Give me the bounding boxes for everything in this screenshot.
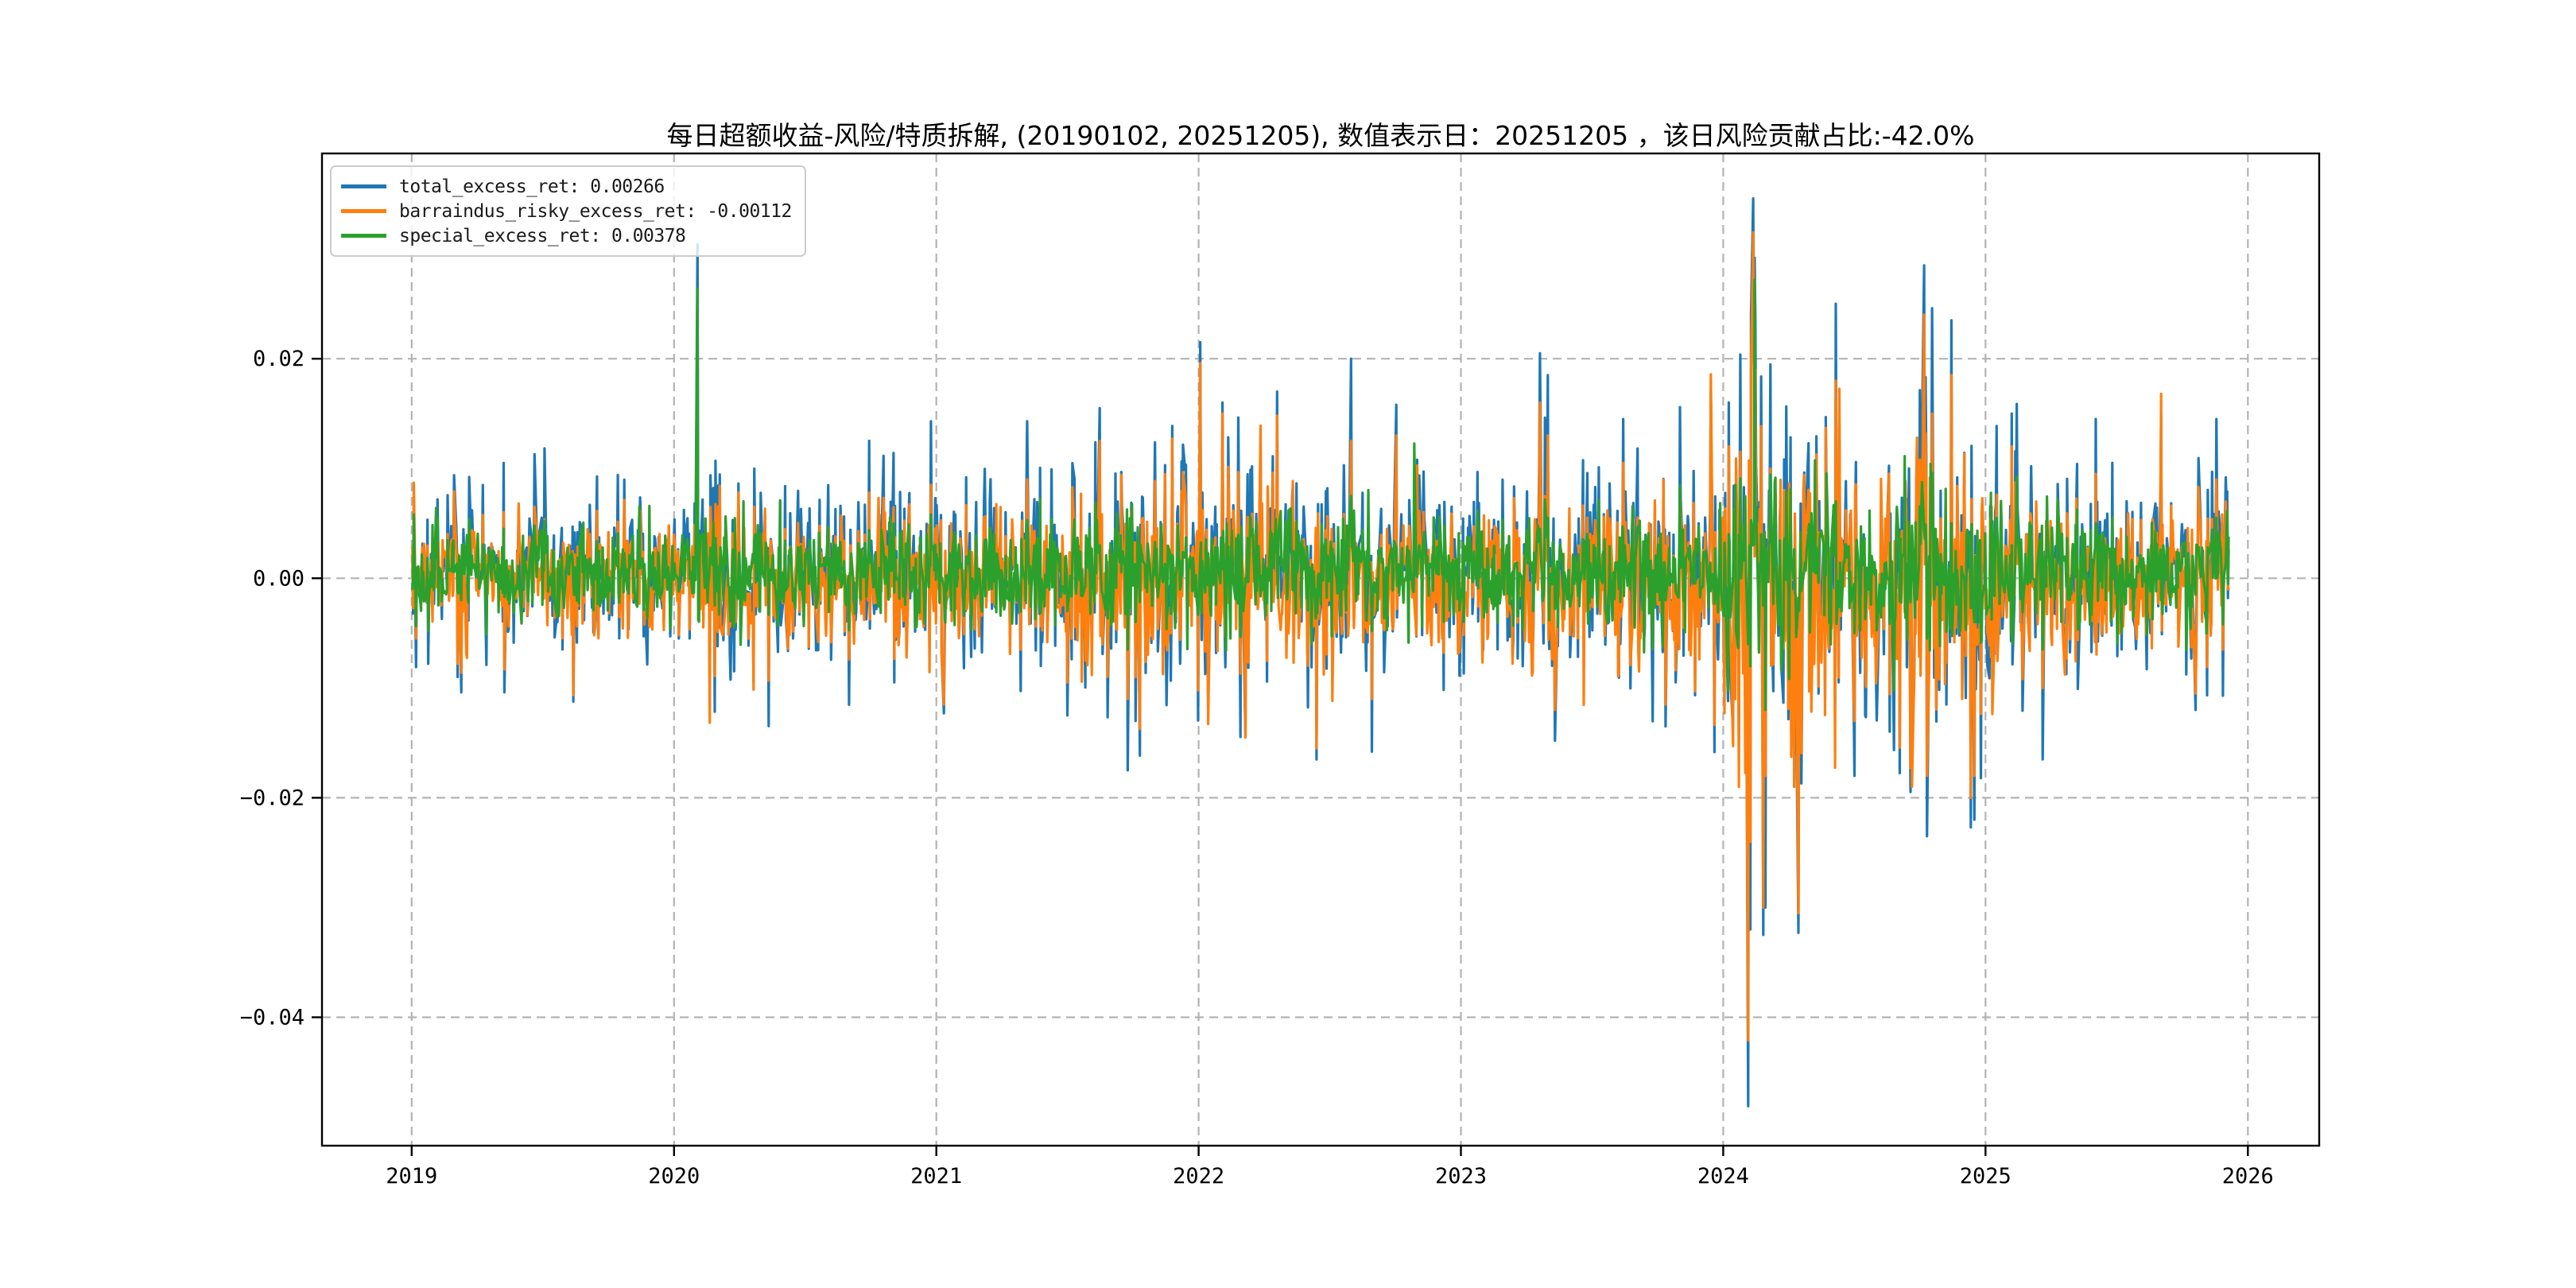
x-tick-label: 2019 — [386, 1164, 437, 1189]
legend: total_excess_ret: 0.00266 barraindus_ris… — [330, 165, 806, 257]
x-tick-label: 2025 — [1960, 1164, 2012, 1189]
x-tick-label: 2021 — [910, 1164, 962, 1189]
series-risky-line — [411, 231, 2230, 1042]
x-tick-label: 2020 — [648, 1164, 700, 1189]
y-tick-label: −0.04 — [240, 1006, 305, 1030]
x-tick-label: 2022 — [1173, 1164, 1224, 1189]
legend-item-special: special_excess_ret: 0.00378 — [341, 223, 792, 248]
figure: 每日超额收益-风险/特质拆解, (20190102, 20251205), 数值… — [0, 0, 2576, 1288]
legend-item-total: total_excess_ret: 0.00266 — [341, 174, 792, 199]
y-tick-label: 0.02 — [253, 347, 305, 371]
x-tick-label: 2024 — [1697, 1164, 1749, 1189]
legend-item-risky: barraindus_risky_excess_ret: -0.00112 — [341, 199, 792, 223]
plot-frame — [320, 152, 2321, 1147]
y-tick-label: −0.02 — [240, 786, 305, 810]
x-tick-label: 2026 — [2222, 1164, 2274, 1189]
y-tick-label: 0.00 — [253, 566, 305, 591]
legend-line-total-icon — [341, 184, 386, 188]
legend-label-total: total_excess_ret: 0.00266 — [399, 176, 665, 197]
legend-label-risky: barraindus_risky_excess_ret: -0.00112 — [399, 200, 792, 222]
x-tick-label: 2023 — [1435, 1164, 1487, 1189]
legend-line-special-icon — [341, 234, 386, 238]
series-total-line — [411, 197, 2230, 1108]
legend-line-risky-icon — [341, 209, 386, 213]
legend-label-special: special_excess_ret: 0.00378 — [399, 225, 686, 246]
